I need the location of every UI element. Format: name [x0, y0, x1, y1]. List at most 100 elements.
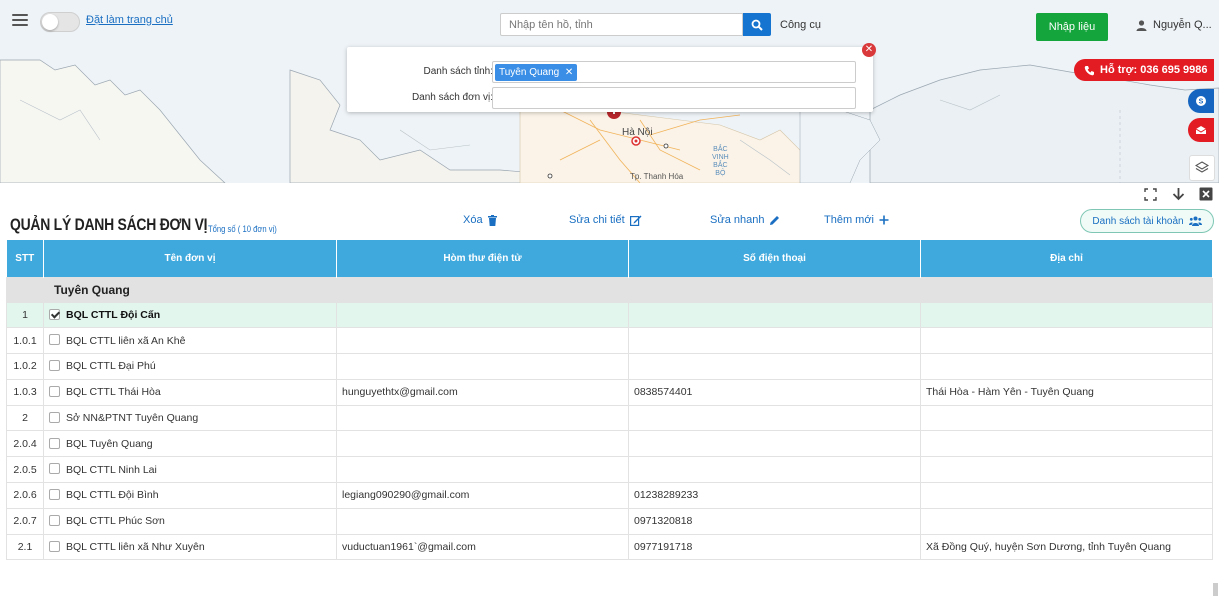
row-phone [628, 301, 921, 329]
fullscreen-icon[interactable] [1142, 186, 1158, 202]
page-scrollbar[interactable] [1213, 583, 1218, 596]
table-row[interactable]: 2.0.4 BQL Tuyên Quang [6, 430, 1213, 458]
row-checkbox[interactable] [49, 463, 60, 475]
row-stt: 2.0.7 [6, 507, 44, 535]
table-row[interactable]: 2.0.6 BQL CTTL Đội Bình legiang090290@gm… [6, 482, 1213, 509]
col-header-phone[interactable]: Số điện thoại [628, 240, 921, 277]
mail-icon [1195, 126, 1207, 134]
unit-filter-row: Danh sách đơn vị: [347, 87, 873, 109]
trash-icon [487, 214, 497, 226]
row-checkbox[interactable] [49, 360, 60, 372]
map-toolbar [1142, 186, 1214, 202]
search-button[interactable] [743, 13, 771, 36]
row-name-cell[interactable]: BQL CTTL Đội Cấn [43, 301, 337, 329]
skype-button[interactable]: S [1188, 89, 1214, 113]
user-name: Nguyễn Q... [1153, 19, 1212, 31]
search-icon [751, 19, 763, 31]
row-checkbox[interactable] [49, 334, 60, 346]
unit-filter-input[interactable] [492, 87, 856, 109]
delete-label: Xóa [463, 214, 483, 226]
search-input[interactable] [500, 13, 743, 36]
map-province-line-1: BẮC [713, 146, 728, 153]
col-header-stt[interactable]: STT [6, 240, 44, 277]
row-name-cell[interactable]: BQL CTTL Ninh Lai [43, 456, 337, 484]
row-stt: 2.1 [6, 533, 44, 561]
row-name: BQL CTTL liên xã Như Xuyên [66, 541, 205, 554]
province-filter-row: Danh sách tỉnh: Tuyên Quang ✕ [347, 61, 873, 83]
edit-detail-button[interactable]: Sửa chi tiết [569, 214, 642, 226]
row-email [336, 353, 629, 380]
row-email: legiang090290@gmail.com [336, 482, 629, 509]
table-row[interactable]: 2.0.7 BQL CTTL Phúc Sơn 0971320818 [6, 507, 1213, 535]
province-tag: Tuyên Quang ✕ [495, 64, 578, 81]
col-header-address[interactable]: Địa chỉ [920, 240, 1213, 277]
remove-tag-icon[interactable]: ✕ [565, 64, 573, 81]
table-row[interactable]: 2.1 BQL CTTL liên xã Như Xuyên vuductuan… [6, 533, 1213, 561]
edit-icon [629, 215, 642, 226]
homepage-toggle[interactable] [40, 12, 80, 32]
row-stt: 1.0.2 [6, 353, 44, 380]
row-name-cell[interactable]: BQL CTTL Thái Hòa [43, 378, 337, 406]
row-phone: 01238289233 [628, 482, 921, 509]
row-checkbox[interactable] [49, 489, 60, 501]
quick-edit-button[interactable]: Sửa nhanh [710, 214, 780, 226]
users-icon [1188, 216, 1202, 226]
top-bar: Đặt làm trang chủ Công cụ Nhập liệu Nguy… [0, 0, 1219, 46]
pencil-icon [770, 215, 780, 225]
layers-icon [1195, 161, 1209, 173]
row-checkbox[interactable] [49, 411, 60, 423]
user-menu[interactable]: Nguyễn Q... [1136, 19, 1212, 31]
row-name: BQL CTTL Đại Phú [66, 360, 156, 373]
province-filter-input[interactable]: Tuyên Quang ✕ [492, 61, 856, 83]
row-name-cell[interactable]: BQL CTTL Phúc Sơn [43, 507, 337, 535]
row-name-cell[interactable]: BQL CTTL Đội Bình [43, 482, 337, 509]
layers-button[interactable] [1189, 155, 1215, 181]
mail-button[interactable] [1188, 118, 1214, 142]
col-header-name[interactable]: Tên đơn vị [43, 240, 337, 277]
group-label: Tuyên Quang [6, 276, 1213, 303]
row-name: BQL Tuyên Quang [66, 437, 153, 450]
row-phone [628, 456, 921, 484]
hamburger-icon[interactable] [12, 14, 28, 28]
table-header-row: STT Tên đơn vị Hòm thư điện tử Số điện t… [6, 240, 1213, 277]
svg-text:S: S [1199, 99, 1204, 106]
close-panel-icon[interactable] [1198, 186, 1214, 202]
delete-button[interactable]: Xóa [463, 214, 497, 226]
table-row[interactable]: 1.0.3 BQL CTTL Thái Hòa hunguyethtx@gmai… [6, 378, 1213, 406]
row-checkbox[interactable] [49, 308, 60, 320]
skype-icon: S [1196, 96, 1206, 106]
row-phone: 0977191718 [628, 533, 921, 561]
table-row[interactable]: 2.0.5 BQL CTTL Ninh Lai [6, 456, 1213, 484]
row-stt: 1.0.1 [6, 327, 44, 355]
row-name-cell[interactable]: BQL CTTL Đại Phú [43, 353, 337, 380]
tools-menu[interactable]: Công cụ [780, 19, 821, 31]
account-list-button[interactable]: Danh sách tài khoản [1080, 209, 1214, 233]
arrow-down-icon[interactable] [1170, 186, 1186, 202]
row-checkbox[interactable] [49, 540, 60, 552]
row-name: BQL CTTL Đội Bình [66, 489, 159, 502]
import-data-button[interactable]: Nhập liệu [1036, 13, 1108, 41]
col-header-email[interactable]: Hòm thư điện tử [336, 240, 629, 277]
close-filter-icon[interactable]: ✕ [862, 43, 876, 57]
add-new-button[interactable]: Thêm mới [824, 214, 889, 226]
row-name-cell[interactable]: BQL CTTL liên xã An Khê [43, 327, 337, 355]
row-name-cell[interactable]: BQL CTTL liên xã Như Xuyên [43, 533, 337, 561]
support-hotline[interactable]: Hỗ trợ: 036 695 9986 [1074, 59, 1214, 81]
row-checkbox[interactable] [49, 386, 60, 397]
row-checkbox[interactable] [49, 437, 60, 449]
set-homepage-link[interactable]: Đặt làm trang chủ [86, 14, 173, 26]
row-checkbox[interactable] [49, 514, 60, 526]
group-row[interactable]: Tuyên Quang [6, 276, 1213, 303]
table-row[interactable]: 1 BQL CTTL Đội Cấn [6, 301, 1213, 329]
row-email [336, 507, 629, 535]
map-label-thanhhoa: Tp. Thanh Hóa [630, 172, 684, 181]
quick-edit-label: Sửa nhanh [710, 214, 765, 226]
table-row[interactable]: 1.0.1 BQL CTTL liên xã An Khê [6, 327, 1213, 355]
row-address: Thái Hòa - Hàm Yên - Tuyên Quang [920, 378, 1213, 406]
row-phone [628, 404, 921, 432]
row-name-cell[interactable]: Sở NN&PTNT Tuyên Quang [43, 404, 337, 432]
row-email [336, 301, 629, 329]
table-row[interactable]: 1.0.2 BQL CTTL Đại Phú [6, 353, 1213, 380]
row-name-cell[interactable]: BQL Tuyên Quang [43, 430, 337, 458]
table-row[interactable]: 2 Sở NN&PTNT Tuyên Quang [6, 404, 1213, 432]
